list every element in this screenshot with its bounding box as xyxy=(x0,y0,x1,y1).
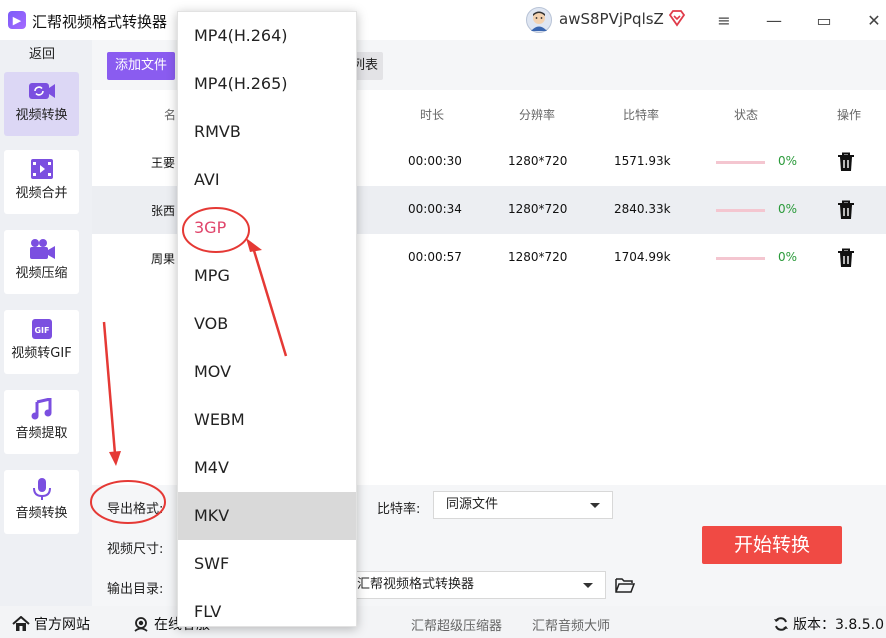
output-dir-label: 输出目录: xyxy=(107,582,164,597)
output-dir-select[interactable]: 汇帮视频格式转换器 xyxy=(344,571,606,599)
file-resolution: 1280*720 xyxy=(508,202,568,216)
file-duration: 00:00:57 xyxy=(408,250,462,264)
home-icon xyxy=(12,616,30,631)
bitrate-label: 比特率: xyxy=(377,502,421,517)
sidebar-item-label: 音频转换 xyxy=(15,506,68,521)
video-compress-icon xyxy=(28,238,56,260)
export-format-dropdown[interactable]: MP4(H.264) MP4(H.265) RMVB AVI 3GP MPG V… xyxy=(177,11,357,627)
column-header-resolution: 分辨率 xyxy=(519,108,556,122)
app-title: 汇帮视频格式转换器 xyxy=(32,13,168,31)
gif-icon: GIF xyxy=(28,318,56,340)
column-header-status: 状态 xyxy=(734,108,759,122)
maximize-button[interactable]: ▭ xyxy=(809,6,839,34)
format-option-vob[interactable]: VOB xyxy=(178,300,356,348)
file-name: 王要 xyxy=(151,156,176,170)
username[interactable]: awS8PVjPqlsZ xyxy=(559,10,664,28)
file-name: 张西 xyxy=(151,204,176,218)
format-option-swf[interactable]: SWF xyxy=(178,540,356,588)
title-bar: ▶ 汇帮视频格式转换器 awS8PVjPqlsZ ≡ — ▭ ✕ xyxy=(0,0,886,40)
video-merge-icon xyxy=(28,158,56,180)
trash-icon[interactable] xyxy=(837,248,855,268)
output-dir-value: 汇帮视频格式转换器 xyxy=(357,577,475,592)
file-resolution: 1280*720 xyxy=(508,154,568,168)
format-option-mpg[interactable]: MPG xyxy=(178,252,356,300)
audio-master-link[interactable]: 汇帮音频大师 xyxy=(532,615,610,634)
avatar[interactable] xyxy=(526,7,552,33)
refresh-icon xyxy=(774,617,788,631)
format-option-mp4-h264[interactable]: MP4(H.264) xyxy=(178,12,356,60)
vip-diamond-icon[interactable] xyxy=(668,9,686,27)
column-header-duration: 时长 xyxy=(420,108,445,122)
format-option-mov[interactable]: MOV xyxy=(178,348,356,396)
svg-text:GIF: GIF xyxy=(34,326,49,335)
progress-bar xyxy=(716,257,765,260)
sidebar: 返回 视频转换 视频合并 视频压缩 GIF 视频转GIF 音频提取 音频转换 xyxy=(0,40,92,606)
format-option-webm[interactable]: WEBM xyxy=(178,396,356,444)
add-file-button[interactable]: 添加文件 xyxy=(107,52,175,80)
file-duration: 00:00:30 xyxy=(408,154,462,168)
bitrate-select[interactable]: 同源文件 xyxy=(433,491,613,519)
back-button[interactable]: 返回 xyxy=(0,44,84,66)
file-bitrate: 1571.93k xyxy=(614,154,671,168)
sidebar-item-label: 视频合并 xyxy=(15,186,68,201)
progress-percent: 0% xyxy=(778,250,798,264)
format-option-flv[interactable]: FLV xyxy=(178,588,356,626)
format-option-m4v[interactable]: M4V xyxy=(178,444,356,492)
bitrate-value: 同源文件 xyxy=(446,497,499,512)
trash-icon[interactable] xyxy=(837,152,855,172)
sidebar-item-label: 视频压缩 xyxy=(15,266,68,281)
sidebar-item-label: 视频转换 xyxy=(15,108,68,123)
music-note-icon xyxy=(28,397,56,420)
compressor-link[interactable]: 汇帮超级压缩器 xyxy=(411,615,502,634)
compressor-label: 汇帮超级压缩器 xyxy=(411,619,503,634)
file-name: 周果 xyxy=(151,252,176,266)
folder-open-icon[interactable] xyxy=(615,577,635,593)
minimize-button[interactable]: — xyxy=(759,6,789,34)
headset-icon xyxy=(134,617,148,632)
format-option-3gp[interactable]: 3GP xyxy=(178,204,356,252)
sidebar-item-audio-extract[interactable]: 音频提取 xyxy=(4,390,79,454)
export-format-label: 导出格式: xyxy=(107,502,164,517)
start-convert-button[interactable]: 开始转换 xyxy=(702,526,842,564)
menu-button[interactable]: ≡ xyxy=(709,6,739,34)
file-bitrate: 2840.33k xyxy=(614,202,671,216)
sidebar-item-video-compress[interactable]: 视频压缩 xyxy=(4,230,79,294)
sidebar-item-audio-convert[interactable]: 音频转换 xyxy=(4,470,79,534)
audio-master-label: 汇帮音频大师 xyxy=(532,619,611,634)
official-website-link[interactable]: 官方网站 xyxy=(12,614,90,634)
version-info[interactable]: 版本：3.8.5.0 xyxy=(773,614,884,634)
column-header-bitrate: 比特率 xyxy=(623,108,660,122)
video-convert-icon xyxy=(28,80,56,102)
chevron-down-icon xyxy=(590,503,600,508)
sidebar-item-video-convert[interactable]: 视频转换 xyxy=(4,72,79,136)
sidebar-item-video-merge[interactable]: 视频合并 xyxy=(4,150,79,214)
file-resolution: 1280*720 xyxy=(508,250,568,264)
status-bar: 官方网站 在线客服 汇帮超级压缩器 汇帮音频大师 版本：3.8.5.0 xyxy=(0,606,886,638)
format-option-mkv[interactable]: MKV xyxy=(178,492,356,540)
close-button[interactable]: ✕ xyxy=(859,6,886,34)
column-header-action: 操作 xyxy=(837,108,862,122)
format-option-mp4-h265[interactable]: MP4(H.265) xyxy=(178,60,356,108)
progress-bar xyxy=(716,161,765,164)
progress-percent: 0% xyxy=(778,154,798,168)
sidebar-item-video-gif[interactable]: GIF 视频转GIF xyxy=(4,310,79,374)
sidebar-item-label: 音频提取 xyxy=(15,426,68,441)
format-option-avi[interactable]: AVI xyxy=(178,156,356,204)
format-option-rmvb[interactable]: RMVB xyxy=(178,108,356,156)
file-duration: 00:00:34 xyxy=(408,202,462,216)
file-bitrate: 1704.99k xyxy=(614,250,671,264)
progress-bar xyxy=(716,209,765,212)
sidebar-item-label: 视频转GIF xyxy=(11,346,72,361)
column-header-name: 名 xyxy=(164,108,177,122)
chevron-down-icon xyxy=(583,583,593,588)
user-avatar-icon xyxy=(531,11,547,31)
video-size-label: 视频尺寸: xyxy=(107,542,164,557)
microphone-icon xyxy=(28,478,56,500)
official-website-label: 官方网站 xyxy=(34,617,90,633)
app-logo-icon: ▶ xyxy=(8,11,26,29)
trash-icon[interactable] xyxy=(837,200,855,220)
version-label: 版本：3.8.5.0 xyxy=(793,617,884,633)
progress-percent: 0% xyxy=(778,202,798,216)
